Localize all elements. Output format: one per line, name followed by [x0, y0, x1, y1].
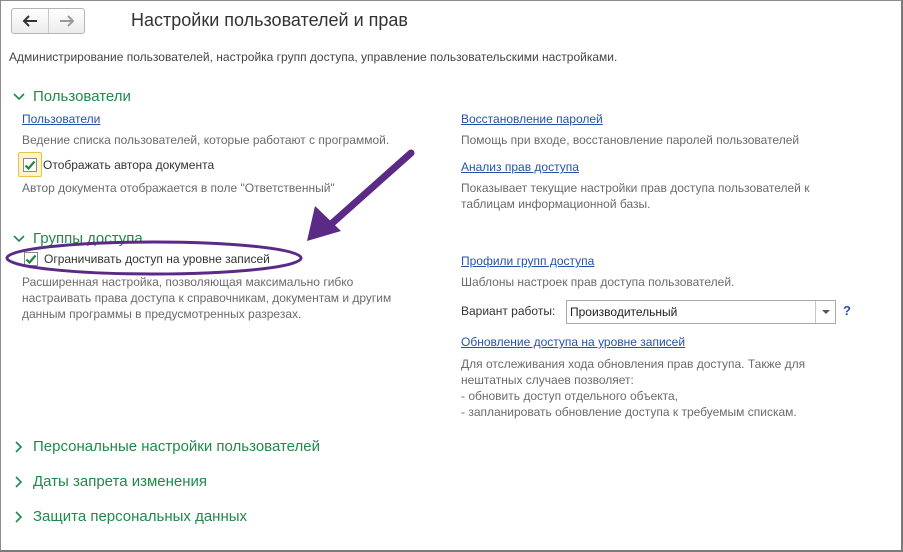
section-personal-data-label: Защита персональных данных	[33, 508, 248, 525]
annotation-arrow-head	[307, 206, 341, 241]
access-profiles-link[interactable]: Профили групп доступа	[461, 254, 594, 268]
users-link[interactable]: Пользователи	[22, 112, 100, 126]
restrict-hint-line-1: Расширенная настройка, позволяющая макси…	[22, 275, 354, 289]
rights-analysis-link[interactable]: Анализ прав доступа	[461, 160, 579, 174]
work-mode-label: Вариант работы:	[461, 304, 556, 318]
help-button[interactable]: ?	[843, 303, 851, 318]
section-personal-data-toggle[interactable]: Защита персональных данных	[12, 508, 247, 525]
show-author-checkbox-row[interactable]: Отображать автора документа	[23, 158, 214, 172]
chevron-down-icon	[821, 310, 830, 314]
users-hint: Ведение списка пользователей, которые ра…	[22, 133, 390, 147]
settings-window: Настройки пользователей и прав Администр…	[0, 0, 903, 552]
forward-button[interactable]	[48, 9, 84, 33]
work-mode-value: Производительный	[570, 305, 678, 319]
page-title: Настройки пользователей и прав	[131, 10, 408, 30]
arrow-left-icon	[22, 15, 37, 27]
checkmark-icon	[24, 160, 36, 171]
update-hint-line-1: Для отслеживания хода обновления прав до…	[461, 357, 806, 371]
restrict-hint-line-3: данным программы в предусмотренных разре…	[22, 307, 302, 321]
update-hint-line-4: - запланировать обновление доступа к тре…	[461, 405, 797, 419]
update-hint-line-3: - обновить доступ отдельного объекта,	[461, 389, 679, 403]
update-hint-line-2: нештатных случаев позволяет:	[461, 373, 634, 387]
section-access-groups-label: Группы доступа	[33, 230, 143, 247]
restrict-records-label: Ограничивать доступ на уровне записей	[44, 252, 270, 266]
page-description: Администрирование пользователей, настрой…	[9, 50, 618, 64]
show-author-label: Отображать автора документа	[43, 158, 215, 172]
back-button[interactable]	[12, 9, 48, 33]
section-change-dates-toggle[interactable]: Даты запрета изменения	[12, 473, 207, 490]
rights-analysis-hint-line-1: Показывает текущие настройки прав доступ…	[461, 181, 810, 195]
chevron-right-icon	[15, 475, 23, 488]
access-profiles-hint: Шаблоны настроек прав доступа пользовате…	[461, 275, 735, 289]
chevron-down-icon	[13, 92, 25, 100]
restrict-records-checkbox[interactable]	[24, 252, 38, 266]
rights-analysis-hint-line-2: таблицам информационной базы.	[461, 197, 651, 211]
arrow-right-icon	[59, 15, 74, 27]
password-recovery-hint: Помощь при входе, восстановление паролей…	[461, 133, 800, 147]
navigation-buttons	[11, 8, 85, 34]
password-recovery-link[interactable]: Восстановление паролей	[461, 112, 603, 126]
checkmark-icon	[25, 254, 37, 265]
restrict-records-checkbox-row[interactable]: Ограничивать доступ на уровне записей	[24, 252, 270, 266]
restrict-hint-line-2: настраивать права доступа к справочникам…	[22, 291, 392, 305]
section-personal-settings-label: Персональные настройки пользователей	[33, 438, 320, 455]
section-access-groups-toggle[interactable]: Группы доступа	[12, 230, 143, 247]
chevron-down-icon	[13, 234, 25, 242]
show-author-hint: Автор документа отображается в поле "Отв…	[22, 181, 335, 195]
annotation-arrow-shaft	[325, 149, 415, 230]
update-access-link[interactable]: Обновление доступа на уровне записей	[461, 335, 685, 349]
section-change-dates-label: Даты запрета изменения	[33, 473, 208, 490]
section-users-label: Пользователи	[33, 88, 131, 105]
dropdown-button[interactable]	[815, 301, 835, 323]
chevron-right-icon	[15, 510, 23, 523]
work-mode-select[interactable]: Производительный	[566, 300, 836, 324]
section-personal-settings-toggle[interactable]: Персональные настройки пользователей	[12, 438, 320, 455]
section-users-toggle[interactable]: Пользователи	[12, 88, 131, 105]
chevron-right-icon	[15, 440, 23, 453]
show-author-checkbox[interactable]	[23, 158, 37, 172]
